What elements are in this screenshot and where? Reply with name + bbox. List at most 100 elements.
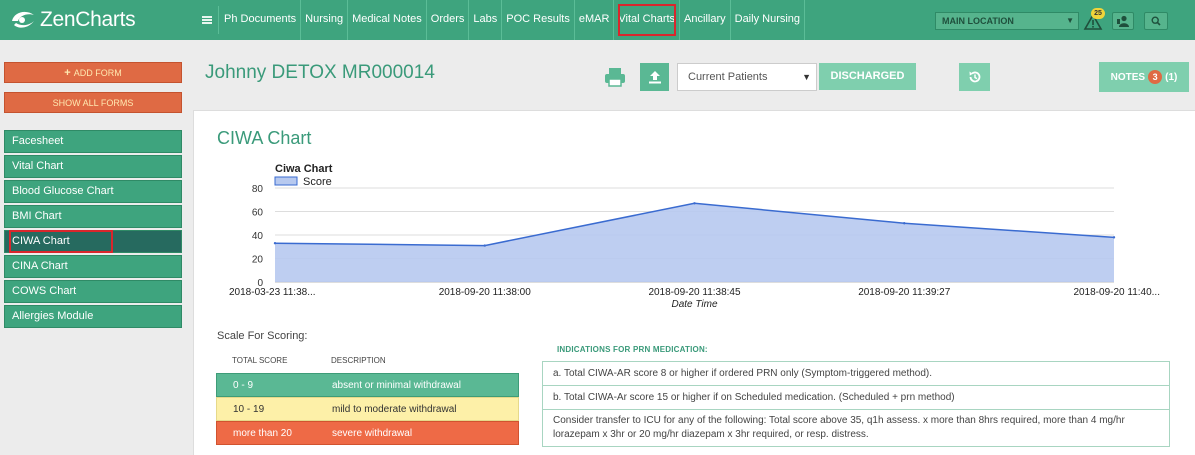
show-all-forms-button[interactable]: SHOW ALL FORMS (4, 92, 182, 113)
sidebar-item-bmi-chart[interactable]: BMI Chart (4, 205, 182, 228)
patients-filter-value: Current Patients (688, 71, 768, 83)
scale-description: severe withdrawal (332, 428, 413, 439)
x-tick-label: 2018-09-20 11:39:27 (858, 287, 951, 298)
scale-description: absent or minimal withdrawal (332, 380, 461, 391)
sidebar-item-allergies-module[interactable]: Allergies Module (4, 305, 182, 328)
y-tick-label: 80 (252, 184, 264, 195)
search-icon (1151, 16, 1161, 26)
indications-box: a. Total CIWA-AR score 8 or higher if or… (542, 361, 1170, 447)
sidebar-item-label: Facesheet (12, 135, 64, 147)
scale-score: more than 20 (233, 428, 292, 439)
indication-item: Consider transfer to ICU for any of the … (553, 415, 1125, 440)
chevron-down-icon: ▼ (802, 72, 811, 82)
top-navbar: ZenCharts Ph Documents Nursing Medical Not… (0, 0, 1195, 40)
y-tick-label: 20 (252, 255, 264, 266)
series-area (275, 203, 1114, 282)
x-tick-label: 2018-09-20 11:40... (1073, 287, 1160, 298)
data-point (903, 222, 906, 225)
upload-button[interactable] (640, 63, 669, 91)
x-tick-label: 2018-09-20 11:38:00 (439, 287, 532, 298)
nav-item-vital-charts[interactable]: Vital Charts (614, 0, 681, 40)
user-icon (1117, 15, 1129, 27)
print-button[interactable] (603, 66, 627, 88)
sidebar-item-label: Vital Chart (12, 160, 64, 172)
y-tick-label: 60 (252, 208, 264, 219)
nav-item-orders[interactable]: Orders (427, 0, 470, 40)
sidebar-item-label: Blood Glucose Chart (12, 185, 114, 197)
scale-score: 10 - 19 (233, 404, 265, 415)
chart-title: Ciwa Chart (275, 163, 333, 175)
chart-section-title: CIWA Chart (217, 128, 312, 148)
history-button[interactable] (959, 63, 990, 91)
nav-item-poc-results[interactable]: POC Results (502, 0, 575, 40)
add-form-label: ADD FORM (73, 68, 122, 78)
sidebar-item-label: BMI Chart (12, 210, 62, 222)
history-icon (969, 71, 980, 83)
app-name: ZenCharts (40, 8, 136, 31)
forms-sidebar: Facesheet Vital Chart Blood Glucose Chart B… (4, 130, 182, 330)
search-button[interactable] (1144, 12, 1168, 30)
notes-badge: 3 (1148, 70, 1163, 84)
user-menu-button[interactable] (1112, 12, 1134, 30)
main-nav: Ph Documents Nursing Medical Notes Orders La… (220, 0, 806, 40)
location-select-value: MAIN LOCATION (942, 16, 1014, 26)
sidebar-item-cows-chart[interactable]: COWS Chart (4, 280, 182, 303)
zencharts-logo-icon (12, 11, 34, 28)
discharged-button[interactable]: DISCHARGED (819, 63, 916, 90)
scale-title: Scale For Scoring: (217, 330, 308, 342)
nav-item-emar[interactable]: eMAR (575, 0, 615, 40)
nav-item-labs[interactable]: Labs (469, 0, 503, 40)
nav-item-daily-nursing[interactable]: Daily Nursing (731, 0, 806, 40)
patients-filter-select[interactable]: Current Patients ▼ (677, 63, 817, 91)
indications-title: INDICATIONS FOR PRN MEDICATION: (557, 345, 708, 354)
scale-table: 0 - 9 absent or minimal withdrawal 10 - … (216, 373, 519, 445)
sidebar-item-label: Allergies Module (12, 310, 94, 322)
nav-item-ancillary[interactable]: Ancillary (680, 0, 731, 40)
x-axis-label: Date Time (671, 299, 717, 310)
data-point (483, 244, 486, 247)
notes-label: NOTES (1110, 71, 1146, 83)
legend-label: Score (303, 176, 332, 188)
x-tick-label: 2018-03-23 11:38... (229, 287, 316, 298)
data-point (273, 242, 277, 245)
indication-item: a. Total CIWA-AR score 8 or higher if or… (543, 362, 1169, 386)
nav-item-medical-notes[interactable]: Medical Notes (348, 0, 427, 40)
upload-icon (648, 71, 661, 84)
ciwa-chart: Ciwa ChartScore0204060802018-03-23 11:38… (229, 163, 1160, 310)
patient-name: Johnny DETOX MR000014 (205, 62, 435, 83)
scale-row: 10 - 19 mild to moderate withdrawal (216, 397, 519, 421)
sidebar-item-vital-chart[interactable]: Vital Chart (4, 155, 182, 178)
scale-row: 0 - 9 absent or minimal withdrawal (216, 373, 519, 397)
show-all-forms-label: SHOW ALL FORMS (52, 98, 134, 108)
alert-count-badge: 25 (1091, 8, 1105, 19)
indication-item: b. Total CIWA-Ar score 15 or higher if o… (543, 386, 1169, 410)
printer-icon (605, 68, 625, 87)
app-logo[interactable]: ZenCharts (8, 7, 136, 33)
add-form-button[interactable]: + ADD FORM (4, 62, 182, 83)
data-point (1112, 236, 1116, 239)
scale-description: mild to moderate withdrawal (332, 404, 457, 415)
location-select[interactable]: MAIN LOCATION ▼ (935, 12, 1079, 30)
sidebar-item-label: COWS Chart (12, 285, 77, 297)
x-tick-label: 2018-09-20 11:38:45 (648, 287, 741, 298)
notes-count: (1) (1165, 71, 1178, 83)
nav-item-nursing[interactable]: Nursing (301, 0, 349, 40)
y-tick-label: 40 (252, 231, 264, 242)
sidebar-item-ciwa-chart[interactable]: CIWA Chart (4, 230, 182, 253)
menu-toggle-icon[interactable] (195, 6, 219, 34)
plus-icon: + (64, 67, 71, 79)
data-point (693, 202, 696, 205)
sidebar-item-label: CINA Chart (12, 260, 68, 272)
scale-score: 0 - 9 (233, 380, 254, 391)
notes-button[interactable]: NOTES 3 (1) (1099, 62, 1189, 92)
sidebar-item-blood-glucose-chart[interactable]: Blood Glucose Chart (4, 180, 182, 203)
scale-header-description: DESCRIPTION (331, 356, 386, 365)
scale-header-score: TOTAL SCORE (232, 356, 288, 365)
sidebar-item-facesheet[interactable]: Facesheet (4, 130, 182, 153)
nav-item-ph-documents[interactable]: Ph Documents (220, 0, 302, 40)
legend-swatch (274, 176, 298, 186)
sidebar-item-label: CIWA Chart (9, 230, 113, 253)
sidebar-item-cina-chart[interactable]: CINA Chart (4, 255, 182, 278)
chevron-down-icon: ▼ (1066, 16, 1074, 25)
scale-row: more than 20 severe withdrawal (216, 421, 519, 445)
